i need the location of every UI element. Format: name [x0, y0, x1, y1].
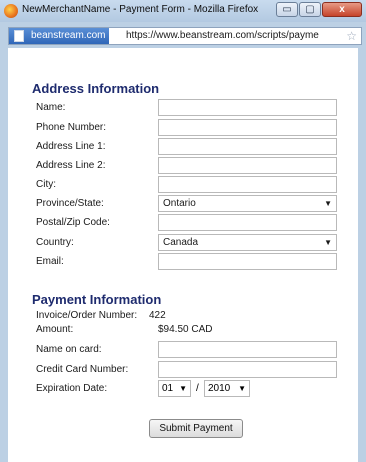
chevron-down-icon: ▼ — [324, 238, 332, 247]
page-content: Address Information Name: Phone Number: … — [8, 48, 358, 462]
phone-label: Phone Number: — [36, 122, 107, 133]
address-section-title: Address Information — [32, 81, 160, 96]
site-identity-button[interactable]: beanstream.com — [9, 28, 110, 44]
exp-separator: / — [196, 383, 199, 394]
title-bar[interactable]: NewMerchantName - Payment Form - Mozilla… — [0, 0, 366, 22]
amount-value: $94.50 CAD — [158, 324, 213, 335]
minimize-button[interactable]: ▭ — [276, 2, 298, 17]
invoice-value: 422 — [149, 310, 166, 321]
country-value: Canada — [163, 237, 199, 248]
close-button[interactable]: x — [322, 2, 362, 17]
firefox-icon — [4, 4, 18, 18]
phone-input[interactable] — [158, 119, 337, 136]
card-number-label: Credit Card Number: — [36, 364, 129, 375]
invoice-label: Invoice/Order Number: — [36, 310, 138, 321]
chevron-down-icon: ▼ — [238, 384, 246, 393]
province-value: Ontario — [163, 198, 196, 209]
url-text[interactable]: https://www.beanstream.com/scripts/payme — [126, 28, 319, 44]
maximize-button[interactable]: ▢ — [299, 2, 321, 17]
country-select[interactable]: Canada ▼ — [158, 234, 337, 251]
country-label: Country: — [36, 237, 74, 248]
exp-year-value: 2010 — [208, 383, 231, 394]
address-line1-label: Address Line 1: — [36, 141, 106, 152]
exp-month-select[interactable]: 01 ▼ — [158, 380, 191, 397]
window-controls: ▭ ▢ x — [275, 2, 362, 18]
card-number-input[interactable] — [158, 361, 337, 378]
city-input[interactable] — [158, 176, 337, 193]
email-label: Email: — [36, 256, 64, 267]
window-title: NewMerchantName - Payment Form - Mozilla… — [22, 4, 259, 15]
chevron-down-icon: ▼ — [324, 199, 332, 208]
url-bar[interactable]: beanstream.com https://www.beanstream.co… — [8, 27, 362, 45]
postal-label: Postal/Zip Code: — [36, 217, 110, 228]
amount-label: Amount: — [36, 324, 74, 335]
province-select[interactable]: Ontario ▼ — [158, 195, 337, 212]
submit-payment-button[interactable]: Submit Payment — [149, 419, 243, 438]
chevron-down-icon: ▼ — [179, 384, 187, 393]
exp-year-select[interactable]: 2010 ▼ — [204, 380, 250, 397]
address-line1-input[interactable] — [158, 138, 337, 155]
site-identity-label: beanstream.com — [31, 30, 106, 41]
address-line2-label: Address Line 2: — [36, 160, 106, 171]
name-input[interactable] — [158, 99, 337, 116]
page-icon — [14, 30, 24, 42]
browser-window: NewMerchantName - Payment Form - Mozilla… — [0, 0, 366, 462]
address-line2-input[interactable] — [158, 157, 337, 174]
province-label: Province/State: — [36, 198, 104, 209]
city-label: City: — [36, 179, 56, 190]
expiration-label: Expiration Date: — [36, 383, 108, 394]
exp-month-value: 01 — [162, 383, 174, 394]
name-on-card-input[interactable] — [158, 341, 337, 358]
name-on-card-label: Name on card: — [36, 344, 102, 355]
email-input[interactable] — [158, 253, 337, 270]
postal-input[interactable] — [158, 214, 337, 231]
bookmark-star-icon[interactable]: ☆ — [346, 28, 357, 44]
payment-section-title: Payment Information — [32, 292, 162, 307]
name-label: Name: — [36, 102, 66, 113]
